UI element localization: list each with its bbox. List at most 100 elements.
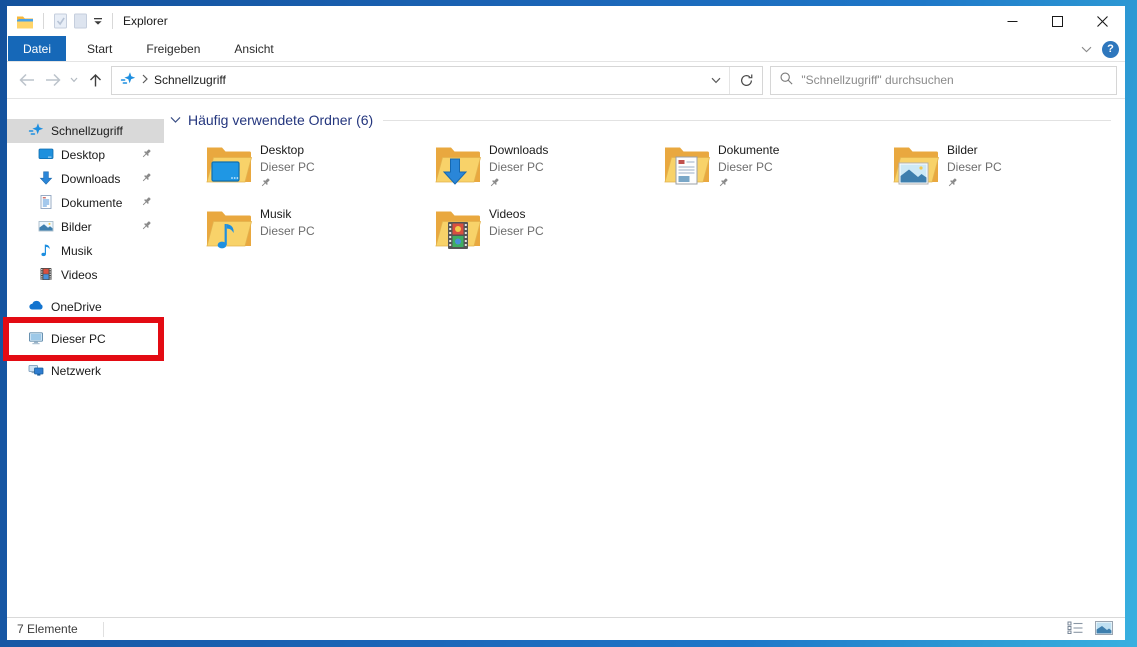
navigation-pane: Schnellzugriff Desktop Downloads xyxy=(7,99,164,617)
tile-location: Dieser PC xyxy=(947,160,1002,174)
sidebar-item-dokumente[interactable]: Dokumente xyxy=(7,191,164,215)
status-bar: 7 Elemente xyxy=(7,617,1125,640)
pin-icon xyxy=(947,177,1002,191)
content-pane: Häufig verwendete Ordner (6) Desktop Die… xyxy=(164,99,1125,617)
arrow-up-icon[interactable] xyxy=(83,67,107,93)
tile-text: Bilder Dieser PC xyxy=(947,142,1002,191)
pin-icon xyxy=(141,220,152,234)
sidebar-item-label: Schnellzugriff xyxy=(51,124,123,138)
tile-location: Dieser PC xyxy=(489,224,544,238)
tile-name: Dokumente xyxy=(718,143,779,157)
group-header-rule xyxy=(383,120,1111,121)
folder-videos-icon xyxy=(434,206,482,253)
tile-text: Videos Dieser PC xyxy=(489,206,544,238)
arrow-left-icon[interactable] xyxy=(15,67,39,93)
sidebar-item-label: Bilder xyxy=(61,220,92,234)
view-toggle-buttons xyxy=(1067,621,1115,638)
title-bar: Explorer xyxy=(7,6,1125,36)
document-icon xyxy=(38,194,54,213)
tile-text: Downloads Dieser PC xyxy=(489,142,548,191)
tile-downloads[interactable]: Downloads Dieser PC xyxy=(434,142,663,206)
tab-datei[interactable]: Datei xyxy=(8,36,66,61)
items-count: 7 Elemente xyxy=(17,622,78,636)
music-note-icon xyxy=(38,242,54,261)
tile-bilder[interactable]: Bilder Dieser PC xyxy=(892,142,1121,206)
group-header-label[interactable]: Häufig verwendete Ordner (6) xyxy=(188,112,373,128)
sidebar-item-onedrive[interactable]: OneDrive xyxy=(7,295,164,319)
sidebar-item-bilder[interactable]: Bilder xyxy=(7,215,164,239)
ribbon-right-controls: ? xyxy=(1081,36,1119,62)
close-icon[interactable] xyxy=(1080,6,1125,36)
breadcrumb-item[interactable]: Schnellzugriff xyxy=(154,73,226,87)
sidebar-item-videos[interactable]: Videos xyxy=(7,263,164,287)
tile-dokumente[interactable]: Dokumente Dieser PC xyxy=(663,142,892,206)
sidebar-item-musik[interactable]: Musik xyxy=(7,239,164,263)
film-strip-icon xyxy=(38,266,54,285)
tile-name: Videos xyxy=(489,207,544,221)
folder-downloads-icon xyxy=(434,142,482,189)
quick-access-star-icon xyxy=(28,122,44,141)
sidebar-item-label: Netzwerk xyxy=(51,364,101,378)
sidebar-item-desktop[interactable]: Desktop xyxy=(7,143,164,167)
network-computers-icon xyxy=(28,362,44,381)
sidebar-item-label: Videos xyxy=(61,268,97,282)
properties-icon[interactable] xyxy=(53,13,68,29)
sidebar-item-netzwerk[interactable]: Netzwerk xyxy=(7,359,164,383)
new-folder-icon[interactable] xyxy=(73,13,88,29)
sidebar-item-label: Downloads xyxy=(61,172,120,186)
tile-location: Dieser PC xyxy=(260,160,315,174)
group-header: Häufig verwendete Ordner (6) xyxy=(170,112,1117,128)
tile-text: Musik Dieser PC xyxy=(260,206,315,238)
ribbon-collapse-chevron-down-icon[interactable] xyxy=(1081,42,1092,56)
sidebar-item-schnellzugriff[interactable]: Schnellzugriff xyxy=(7,119,164,143)
separator xyxy=(112,13,113,29)
tile-desktop[interactable]: Desktop Dieser PC xyxy=(205,142,434,206)
customize-qat-dropdown-icon[interactable] xyxy=(93,17,103,26)
nav-buttons xyxy=(15,67,107,93)
tile-location: Dieser PC xyxy=(489,160,548,174)
desktop-background: { "window": { "title": "Explorer" }, "qu… xyxy=(0,0,1137,647)
pin-icon xyxy=(141,148,152,162)
tile-text: Desktop Dieser PC xyxy=(260,142,315,191)
sidebar-item-downloads[interactable]: Downloads xyxy=(7,167,164,191)
recent-locations-chevron-down-icon[interactable] xyxy=(67,67,81,93)
maximize-icon[interactable] xyxy=(1035,6,1080,36)
search-box xyxy=(770,66,1117,95)
address-dropdown-chevron-down-icon[interactable] xyxy=(703,67,729,94)
tab-freigeben[interactable]: Freigeben xyxy=(133,36,213,61)
details-view-icon[interactable] xyxy=(1067,621,1083,637)
address-bar[interactable]: Schnellzugriff xyxy=(111,66,763,95)
sidebar-item-dieser-pc[interactable]: Dieser PC xyxy=(7,327,164,351)
breadcrumb-chevron-right-icon[interactable] xyxy=(142,73,148,87)
tile-name: Bilder xyxy=(947,143,1002,157)
main-area: Schnellzugriff Desktop Downloads xyxy=(7,99,1125,617)
tab-start[interactable]: Start xyxy=(74,36,125,61)
separator xyxy=(43,13,44,29)
thumbnails-view-icon[interactable] xyxy=(1095,621,1113,638)
group-collapse-chevron-down-icon[interactable] xyxy=(170,113,181,127)
folder-tiles: Desktop Dieser PC Downloads Dieser PC xyxy=(205,142,1117,270)
search-input[interactable] xyxy=(801,73,1108,87)
pin-icon xyxy=(141,172,152,186)
explorer-window: Explorer Datei Start Freigeben Ansicht ? xyxy=(7,6,1125,640)
pin-icon xyxy=(718,177,779,191)
tile-videos[interactable]: Videos Dieser PC xyxy=(434,206,663,270)
sidebar-item-label: OneDrive xyxy=(51,300,102,314)
sidebar-item-label: Dokumente xyxy=(61,196,122,210)
sidebar-item-label: Musik xyxy=(61,244,92,258)
minimize-icon[interactable] xyxy=(990,6,1035,36)
picture-icon xyxy=(38,218,54,237)
pin-icon xyxy=(489,177,548,191)
sidebar-item-label: Dieser PC xyxy=(51,332,106,346)
pin-icon xyxy=(141,196,152,210)
arrow-right-icon[interactable] xyxy=(41,67,65,93)
folder-documents-icon xyxy=(663,142,711,189)
help-icon[interactable]: ? xyxy=(1102,41,1119,58)
tile-musik[interactable]: Musik Dieser PC xyxy=(205,206,434,270)
tab-ansicht[interactable]: Ansicht xyxy=(221,36,286,61)
tile-name: Musik xyxy=(260,207,315,221)
tile-location: Dieser PC xyxy=(260,224,315,238)
explorer-folder-icon xyxy=(16,14,34,29)
refresh-icon[interactable] xyxy=(730,67,762,94)
desktop-icon xyxy=(38,146,54,165)
